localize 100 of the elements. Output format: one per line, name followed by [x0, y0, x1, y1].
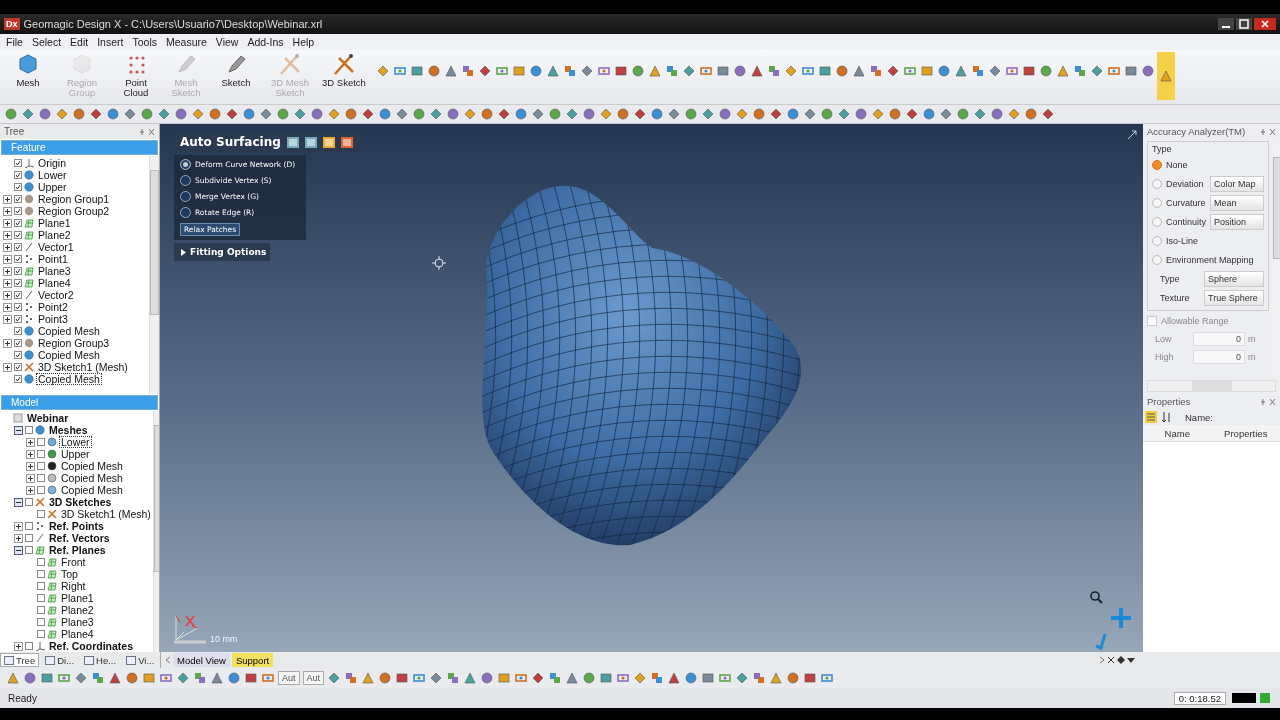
dropdown[interactable]: Color Map [1210, 176, 1265, 192]
maximize-icon[interactable] [1236, 18, 1252, 30]
toolbar-icon[interactable] [1041, 107, 1055, 121]
toolbar-icon[interactable] [886, 64, 900, 78]
toolbar-icon[interactable] [701, 671, 716, 685]
tree-item[interactable]: Copied Mesh [59, 472, 125, 484]
toolbar-icon[interactable] [616, 107, 630, 121]
expand-icon[interactable] [3, 194, 12, 204]
expand-icon[interactable] [3, 290, 12, 300]
tree-item[interactable]: Right [59, 580, 88, 592]
toolbar-icon[interactable] [750, 64, 764, 78]
visibility-checkbox-icon[interactable] [14, 171, 22, 179]
pin-close-icon[interactable] [1260, 127, 1276, 136]
toolbar-icon[interactable] [650, 671, 665, 685]
toolbar-icon[interactable] [108, 671, 122, 685]
toolbar-icon[interactable] [427, 64, 441, 78]
toolbar-icon[interactable] [835, 64, 849, 78]
toolbar-icon[interactable] [89, 107, 103, 121]
tree-item[interactable]: Copied Mesh [36, 349, 102, 361]
toolbar-icon[interactable] [21, 107, 35, 121]
toolbar-icon[interactable] [769, 107, 783, 121]
toolbar-icon[interactable] [599, 671, 614, 685]
visibility-checkbox-icon[interactable] [14, 279, 22, 287]
tree-item[interactable]: Lower [36, 169, 69, 181]
toolbar-icon[interactable] [1005, 64, 1019, 78]
menu-item[interactable]: Help [292, 36, 315, 48]
tree-item[interactable]: Top [59, 568, 80, 580]
toolbar-icon[interactable] [614, 64, 628, 78]
toolbar-icon[interactable] [123, 107, 137, 121]
toolbar-icon[interactable] [920, 64, 934, 78]
pin-close-icon[interactable] [139, 127, 155, 136]
ribbon-button[interactable]: Point Cloud [112, 52, 160, 98]
toolbar-icon[interactable] [597, 64, 611, 78]
confirm-icon[interactable] [322, 136, 335, 148]
toolbar-icon[interactable] [210, 671, 224, 685]
toolbar-icon[interactable] [40, 671, 54, 685]
toolbar-icon[interactable] [922, 107, 936, 121]
toolbar-icon[interactable] [752, 107, 766, 121]
toolbar-icon[interactable] [344, 671, 359, 685]
toolbar-icon[interactable] [395, 671, 410, 685]
tree-item[interactable]: Plane1 [36, 217, 73, 229]
toolbar-icon[interactable] [157, 107, 171, 121]
toolbar-icon[interactable] [546, 64, 560, 78]
toolbar-icon[interactable] [23, 671, 37, 685]
toolbar-icon[interactable] [193, 671, 207, 685]
visibility-checkbox-icon[interactable] [14, 375, 22, 383]
toolbar-icon[interactable] [529, 64, 543, 78]
toolbar-icon[interactable] [633, 107, 647, 121]
close-icon[interactable] [1107, 656, 1115, 664]
toolbar-icon[interactable] [159, 671, 173, 685]
toolbar-icon[interactable] [191, 107, 205, 121]
toolbar-icon[interactable] [735, 671, 750, 685]
expand-icon[interactable] [3, 278, 12, 288]
toolbar-icon[interactable] [497, 671, 512, 685]
toolbar-icon[interactable] [1039, 64, 1053, 78]
expand-icon[interactable] [26, 485, 35, 495]
toolbar-icon[interactable] [395, 107, 409, 121]
toolbar-icon[interactable] [176, 671, 190, 685]
toolbar-icon[interactable] [565, 107, 579, 121]
minimize-icon[interactable] [1218, 18, 1234, 30]
menu-item[interactable]: Select [31, 36, 62, 48]
toolbar-icon[interactable] [852, 64, 866, 78]
toolbar-icon[interactable] [446, 107, 460, 121]
toolbar-icon[interactable] [784, 64, 798, 78]
categorized-icon[interactable] [1145, 411, 1157, 423]
toolbar-icon[interactable] [6, 671, 20, 685]
diamond-icon[interactable] [1117, 656, 1125, 664]
tree-item[interactable]: Region Group2 [36, 205, 112, 217]
toolbar-icon[interactable] [956, 107, 970, 121]
toolbar-icon[interactable] [327, 107, 341, 121]
toolbar-icon[interactable] [514, 107, 528, 121]
toolbar-icon[interactable] [718, 107, 732, 121]
toolbar-icon[interactable] [580, 64, 594, 78]
visibility-checkbox-icon[interactable] [14, 351, 22, 359]
toolbar-icon[interactable] [461, 64, 475, 78]
toolbar-icon[interactable] [786, 107, 800, 121]
visibility-checkbox-icon[interactable] [14, 159, 22, 167]
toolbar-icon[interactable] [733, 64, 747, 78]
visibility-checkbox-icon[interactable] [14, 183, 22, 191]
toolbar-icon[interactable] [38, 107, 52, 121]
expand-icon[interactable] [14, 641, 23, 651]
toolbar-icon[interactable] [682, 64, 696, 78]
undo-icon[interactable] [286, 136, 299, 148]
toolbar-icon[interactable] [837, 107, 851, 121]
dropdown[interactable]: Sphere [1204, 271, 1265, 287]
menu-item[interactable]: View [215, 36, 239, 48]
radio-option[interactable]: Environment Mapping [1152, 252, 1254, 268]
toolbar-icon[interactable] [1024, 107, 1038, 121]
visibility-checkbox-icon[interactable] [14, 327, 22, 335]
toolbar-icon[interactable] [429, 107, 443, 121]
close-icon[interactable] [1254, 18, 1276, 30]
expand-icon[interactable] [3, 230, 12, 240]
toolbar-icon[interactable] [480, 671, 495, 685]
toolbar-icon[interactable] [74, 671, 88, 685]
toolbar-icon[interactable] [208, 107, 222, 121]
toolbar-icon[interactable] [786, 671, 801, 685]
tree-item[interactable]: Copied Mesh [36, 373, 102, 385]
expand-arrow-icon[interactable] [180, 248, 187, 256]
visibility-checkbox-icon[interactable] [14, 219, 22, 227]
collapse-icon[interactable] [14, 497, 23, 507]
